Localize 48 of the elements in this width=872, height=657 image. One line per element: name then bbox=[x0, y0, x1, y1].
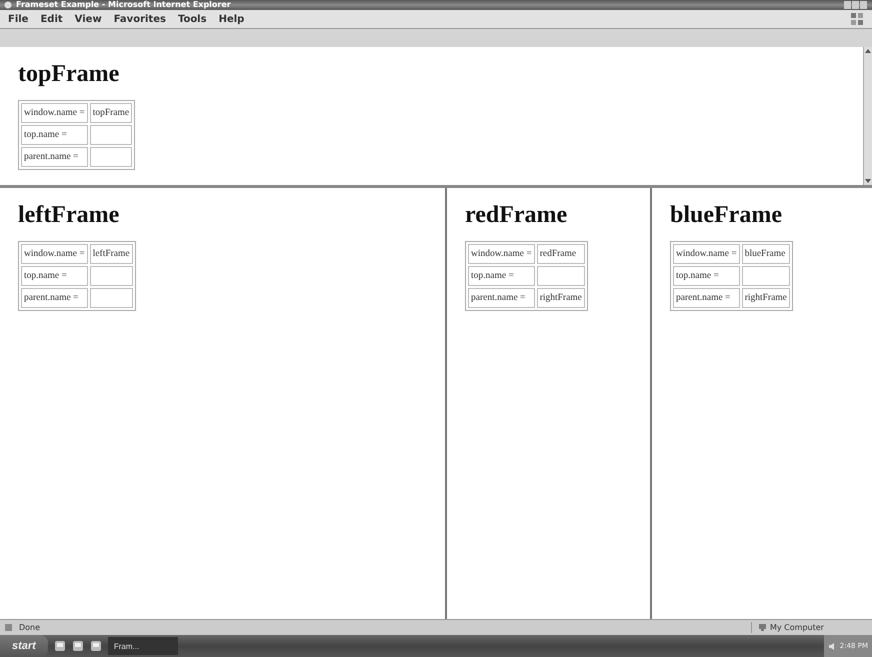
scroll-up-icon[interactable] bbox=[864, 47, 872, 55]
speaker-icon[interactable] bbox=[828, 642, 837, 650]
start-button[interactable]: start bbox=[0, 635, 48, 657]
table-cell: top.name = bbox=[21, 266, 88, 286]
zone-text: My Computer bbox=[770, 623, 824, 632]
computer-icon bbox=[758, 623, 767, 632]
window-controls-icon[interactable] bbox=[844, 1, 868, 9]
table-cell: parent.name = bbox=[21, 288, 88, 308]
frame-heading: leftFrame bbox=[18, 202, 120, 229]
table-cell bbox=[742, 266, 790, 286]
table-cell: rightFrame bbox=[742, 288, 790, 308]
table-cell: parent.name = bbox=[673, 288, 740, 308]
menu-item[interactable]: File bbox=[8, 14, 28, 24]
table-cell bbox=[90, 288, 133, 308]
table-cell: topFrame bbox=[90, 103, 132, 123]
frame-heading: redFrame bbox=[465, 202, 568, 229]
table-cell: window.name = bbox=[673, 244, 740, 264]
table-cell bbox=[536, 266, 585, 286]
table-cell: parent.name = bbox=[468, 288, 535, 308]
table-cell: top.name = bbox=[673, 266, 740, 286]
frame-heading: topFrame bbox=[18, 61, 120, 88]
table-cell bbox=[90, 266, 133, 286]
menu-item[interactable]: Edit bbox=[40, 14, 63, 24]
menu-item[interactable]: Favorites bbox=[114, 14, 166, 24]
scroll-down-icon[interactable] bbox=[864, 177, 872, 185]
status-text: Done bbox=[19, 623, 40, 632]
table-cell: rightFrame bbox=[536, 288, 585, 308]
quick-launch-icon[interactable] bbox=[90, 640, 102, 652]
table-cell: window.name = bbox=[21, 244, 88, 264]
table-cell: window.name = bbox=[21, 103, 88, 123]
table-cell: top.name = bbox=[468, 266, 535, 286]
table-cell: top.name = bbox=[21, 125, 88, 145]
window-title: Frameset Example - Microsoft Internet Explorer bbox=[16, 0, 231, 10]
menu-item[interactable]: Tools bbox=[178, 14, 207, 24]
table-cell: blueFrame bbox=[742, 244, 790, 264]
table-cell: window.name = bbox=[468, 244, 535, 264]
menu-item[interactable]: View bbox=[74, 14, 102, 24]
quick-launch-icon[interactable] bbox=[72, 640, 84, 652]
table-cell: redFrame bbox=[536, 244, 585, 264]
table-cell bbox=[90, 125, 132, 145]
table-cell: parent.name = bbox=[21, 147, 88, 167]
table-cell: leftFrame bbox=[90, 244, 133, 264]
menu-item[interactable]: Help bbox=[218, 14, 244, 24]
frame-heading: blueFrame bbox=[670, 202, 783, 229]
scrollbar[interactable] bbox=[863, 47, 872, 185]
taskbar-button[interactable]: Fram... bbox=[108, 637, 178, 655]
quick-launch-icon[interactable] bbox=[54, 640, 66, 652]
table-cell bbox=[90, 147, 132, 167]
